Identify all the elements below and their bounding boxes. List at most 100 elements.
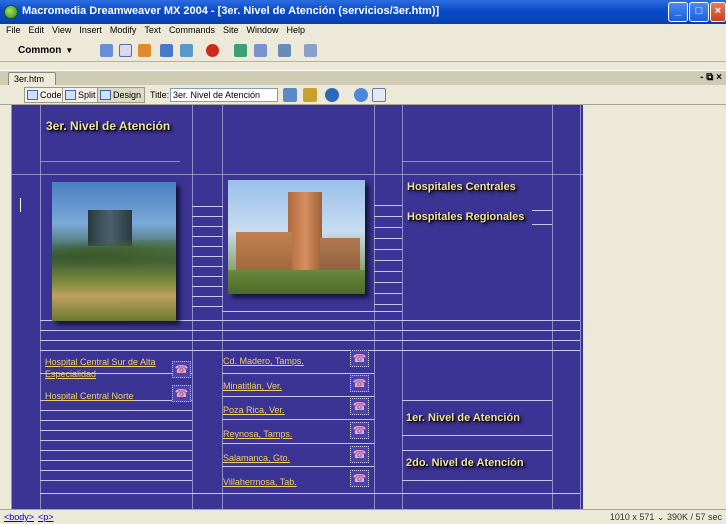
hyperlink-icon[interactable] [100,44,113,57]
menu-text[interactable]: Text [140,24,165,35]
link-reynosa[interactable]: Reynosa, Tamps. [223,429,292,439]
close-button[interactable]: × [710,2,726,22]
menu-site[interactable]: Site [219,24,243,35]
table-gridline [192,296,223,297]
phone-icon[interactable]: ☎ [350,422,369,439]
table-gridline [192,306,223,307]
link-salamanca[interactable]: Salamanca, Gto. [223,453,290,463]
split-icon [65,90,76,100]
phone-icon[interactable]: ☎ [350,446,369,463]
menu-help[interactable]: Help [282,24,309,35]
minimize-button[interactable]: _ [668,2,688,22]
table-gridline [374,260,402,261]
phone-icon[interactable]: ☎ [172,361,191,378]
table-gridline [40,440,192,441]
file-management-icon[interactable] [283,88,297,102]
page-heading: 3er. Nivel de Atención [46,119,171,133]
phone-icon[interactable]: ☎ [350,398,369,415]
left-gutter [0,105,12,509]
table-gridline [40,480,192,481]
table-gridline [222,311,402,312]
tag-body[interactable]: <body> [4,512,34,522]
link-poza-rica[interactable]: Poza Rica, Ver. [223,405,285,415]
table-gridline [374,216,402,217]
window-size-info[interactable]: 1010 x 571 ⌄ 390K / 57 sec [610,512,722,523]
status-bar: <body> <p> 1010 x 571 ⌄ 390K / 57 sec [0,509,726,524]
tag-selector: <body> <p> [4,512,58,522]
table-gridline [222,105,223,509]
link-villahermosa[interactable]: Villahermosa, Tab. [223,477,297,487]
table-gridline [192,236,223,237]
insert-category-dropdown[interactable]: Common ▼ [18,45,73,56]
link-minatitlan[interactable]: Minatitlán, Ver. [223,381,282,391]
image-icon[interactable] [206,44,219,57]
title-label: Title: [150,90,170,100]
table-gridline [580,105,581,509]
design-canvas[interactable]: 3er. Nivel de Atención Hospitales Centra… [12,105,583,509]
building-wing [236,232,292,272]
tree-shape [52,240,176,270]
link-hospital-central-sur-cont[interactable]: Especialidad [45,369,96,379]
layer-icon[interactable] [180,44,193,57]
date-icon[interactable] [254,44,267,57]
preview-in-browser-icon[interactable] [325,88,339,102]
refresh-icon[interactable] [354,88,368,102]
toolbar-spacer [0,62,726,70]
phone-icon[interactable]: ☎ [172,385,191,402]
code-icon [27,90,38,100]
table-gridline [192,286,223,287]
tag-p[interactable]: <p> [38,512,54,522]
table-gridline [532,210,552,211]
design-view-button[interactable]: Design [97,87,146,103]
table-icon[interactable] [160,44,173,57]
table-gridline [374,293,402,294]
menu-modify[interactable]: Modify [106,24,141,35]
menu-view[interactable]: View [48,24,75,35]
link-2do-nivel[interactable]: 2do. Nivel de Atención [406,457,524,469]
phone-icon[interactable]: ☎ [350,350,369,367]
link-1er-nivel[interactable]: 1er. Nivel de Atención [406,412,520,424]
tag-chooser-icon[interactable] [304,44,317,57]
table-gridline [192,216,223,217]
table-gridline [222,396,374,397]
table-gridline [40,161,180,162]
link-hospitales-regionales[interactable]: Hospitales Regionales [407,211,524,223]
link-hospital-central-norte[interactable]: Hospital Central Norte [45,391,134,401]
split-view-label: Split [78,90,96,100]
split-view-button[interactable]: Split [62,87,100,103]
media-icon[interactable] [234,44,247,57]
template-icon[interactable] [278,44,291,57]
code-view-button[interactable]: Code [24,87,66,103]
phone-icon[interactable]: ☎ [350,375,369,392]
text-cursor [20,198,21,212]
phone-icon[interactable]: ☎ [350,470,369,487]
lawn-shape [228,270,365,294]
link-hospitales-centrales[interactable]: Hospitales Centrales [407,181,516,193]
named-anchor-icon[interactable] [138,44,151,57]
vertical-scrollbar[interactable] [717,105,726,509]
table-gridline [192,276,223,277]
link-hospital-central-sur[interactable]: Hospital Central Sur de Alta [45,357,156,367]
menu-window[interactable]: Window [242,24,282,35]
email-link-icon[interactable] [119,44,132,57]
maximize-button[interactable]: □ [689,2,709,22]
table-gridline [192,266,223,267]
table-gridline [402,435,552,436]
view-options-icon[interactable] [372,88,386,102]
table-gridline [374,227,402,228]
table-gridline [222,443,374,444]
link-cd-madero[interactable]: Cd. Madero, Tamps. [223,356,304,366]
browser-check-icon[interactable] [303,88,317,102]
menu-commands[interactable]: Commands [165,24,219,35]
document-window-controls[interactable]: - ⧉ × [700,72,722,83]
menu-file[interactable]: File [0,24,25,35]
insert-bar: Common ▼ [0,40,726,62]
page-title-input[interactable]: 3er. Nivel de Atención [170,88,278,102]
menu-insert[interactable]: Insert [75,24,106,35]
code-view-label: Code [40,90,62,100]
table-gridline [402,450,552,451]
table-gridline [402,161,552,162]
building-tower [288,192,322,272]
menu-edit[interactable]: Edit [25,24,49,35]
tab-3er-htm[interactable]: 3er.htm [8,72,56,86]
